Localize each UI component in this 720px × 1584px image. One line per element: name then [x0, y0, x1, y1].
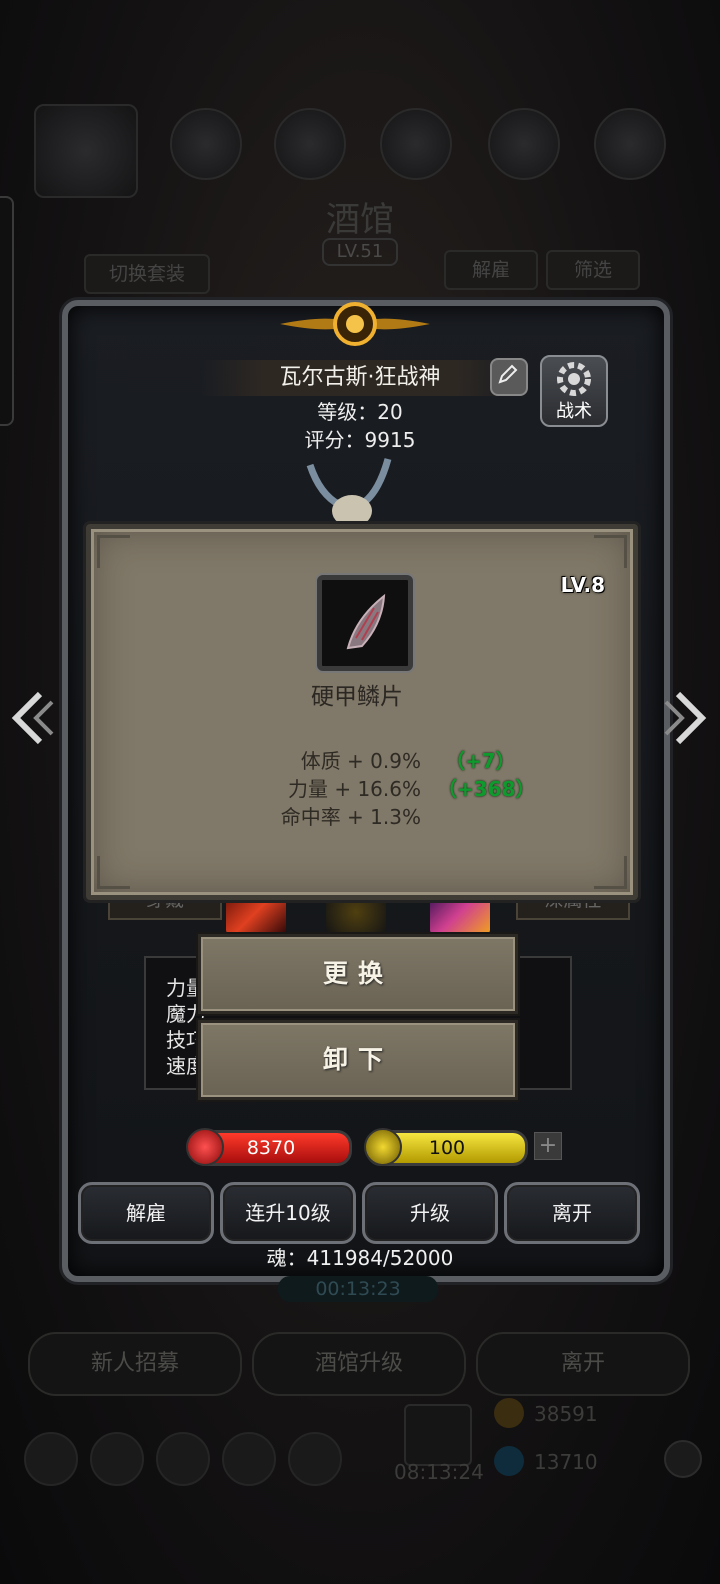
bg-leave-button: 离开 [476, 1332, 690, 1396]
item-level: LV.8 [560, 573, 605, 597]
item-stat-accuracy: 命中率 + 1.3% [280, 805, 421, 829]
gold-coin-icon [494, 1398, 524, 1428]
gold-amount: 38591 [534, 1402, 598, 1426]
previous-arrow-icon[interactable] [10, 688, 58, 748]
lightning-icon [364, 1128, 402, 1166]
menu-icon-4 [488, 108, 560, 180]
popup-corner [97, 535, 130, 568]
tavern-upgrade-button: 酒馆升级 [252, 1332, 466, 1396]
tavern-level: LV.51 [322, 238, 398, 266]
edit-name-button[interactable] [490, 358, 528, 396]
hero-score: 评分：9915 [304, 428, 416, 452]
bottom-nav-icon-3 [156, 1432, 210, 1486]
item-stat-row: 体质 + 0.9% （+7） [91, 745, 623, 773]
level-up-10-button[interactable]: 连升10级 [220, 1182, 356, 1244]
gift-timer: 08:13:24 [394, 1460, 484, 1484]
level-up-button[interactable]: 升级 [362, 1182, 498, 1244]
replace-button[interactable]: 更换 [198, 934, 518, 1014]
timer: 00:13:23 [278, 1276, 438, 1302]
gem-icon [494, 1446, 524, 1476]
bottom-nav-icon-1 [24, 1432, 78, 1486]
leave-button[interactable]: 离开 [504, 1182, 640, 1244]
menu-icon-5 [594, 108, 666, 180]
bg-dismiss-button: 解雇 [444, 250, 538, 290]
add-energy-button[interactable]: + [534, 1132, 562, 1160]
item-stat-strength-bonus: （+368） [437, 777, 536, 801]
menu-icon-3 [380, 108, 452, 180]
tavern-title: 酒馆 [326, 200, 394, 240]
item-stat-row: 力量 + 16.6% （+368） [91, 773, 623, 801]
hero-portrait-icon [34, 104, 138, 198]
gem-amount: 13710 [534, 1450, 598, 1474]
popup-corner [594, 856, 627, 889]
item-stat-constitution-bonus: （+7） [445, 749, 516, 773]
hero-horned-helmet [306, 458, 392, 525]
item-stat-constitution: 体质 + 0.9% [300, 749, 421, 773]
item-stat-strength: 力量 + 16.6% [287, 777, 421, 801]
bottom-nav-icon-5 [288, 1432, 342, 1486]
bottom-nav-icon-2 [90, 1432, 144, 1486]
pencil-icon [498, 364, 518, 384]
bg-filter-button: 筛选 [546, 250, 640, 290]
menu-icon-2 [274, 108, 346, 180]
soul-counter: 魂：411984/52000 [266, 1246, 454, 1270]
item-stat-row: 命中率 + 1.3% [91, 801, 623, 829]
add-currency-icon [664, 1440, 702, 1478]
hero-crest-emblem [280, 302, 430, 346]
hero-level: 等级：20 [317, 400, 403, 424]
scale-armor-icon [346, 593, 386, 650]
unequip-button[interactable]: 卸下 [198, 1020, 518, 1100]
next-arrow-icon[interactable] [660, 688, 708, 748]
heart-icon [186, 1128, 224, 1166]
item-icon-frame [317, 575, 413, 671]
hero-name: 瓦尔古斯·狂战神 [200, 360, 520, 396]
item-name: 硬甲鳞片 [311, 684, 403, 710]
switch-outfit-button: 切换套装 [84, 254, 210, 294]
popup-corner [97, 856, 130, 889]
popup-corner [594, 535, 627, 568]
item-tooltip-popup: LV.8 硬甲鳞片 体质 + 0.9% （+7） 力量 + 16.6% （+36… [86, 524, 638, 900]
gift-box-icon [404, 1404, 472, 1466]
dismiss-hero-button[interactable]: 解雇 [78, 1182, 214, 1244]
recruit-button: 新人招募 [28, 1332, 242, 1396]
menu-icon-1 [170, 108, 242, 180]
bottom-nav-icon-4 [222, 1432, 276, 1486]
